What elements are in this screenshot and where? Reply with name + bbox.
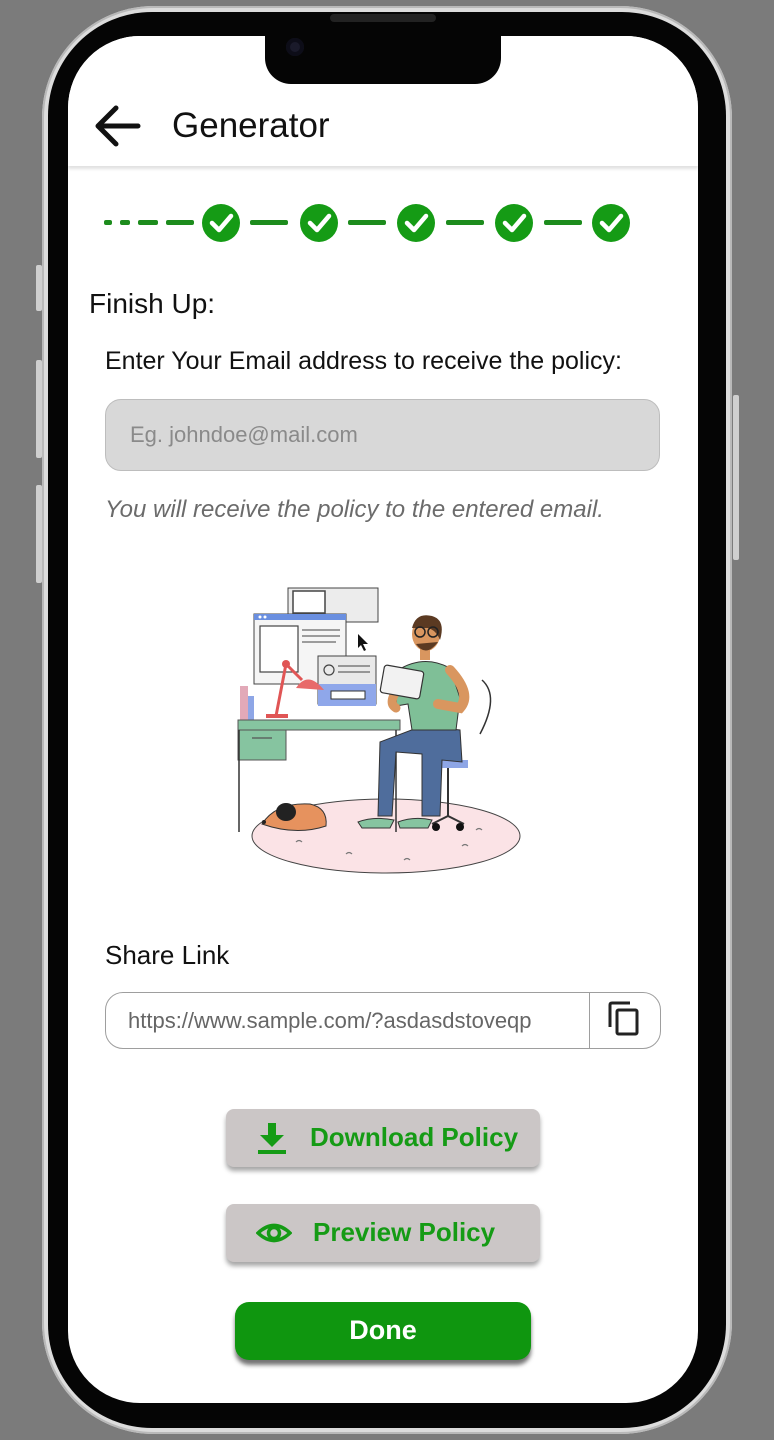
check-icon [307,213,332,233]
done-label: Done [349,1315,417,1345]
email-hint: You will receive the policy to the enter… [105,496,604,523]
email-input[interactable] [105,399,660,471]
share-link-label: Share Link [105,940,230,970]
arrow-left-icon [95,105,141,147]
step-dash [120,220,130,225]
eye-icon [256,1223,292,1243]
step-complete-1 [202,204,240,242]
step-dash [250,220,288,225]
power-button [733,395,739,560]
step-dash [104,220,112,225]
share-link-field[interactable]: https://www.sample.com/?asdasdstoveqp [105,992,661,1049]
speaker [330,14,436,22]
volume-down-button [36,485,42,583]
side-button [36,265,42,311]
step-dash [138,220,158,225]
step-dash [348,220,386,225]
section-title: Finish Up: [89,288,216,319]
preview-policy-button[interactable]: Preview Policy [226,1204,540,1262]
workspace-illustration [236,584,536,884]
check-icon [599,213,624,233]
step-complete-3 [397,204,435,242]
app-screen: Generator Finish Up: Enter Your Email ad… [68,36,698,1403]
step-dash [166,220,194,225]
check-icon [404,213,429,233]
front-camera [286,38,304,56]
check-icon [502,213,527,233]
step-complete-4 [495,204,533,242]
volume-up-button [36,360,42,458]
share-link-url[interactable]: https://www.sample.com/?asdasdstoveqp [128,1008,532,1034]
download-policy-button[interactable]: Download Policy [226,1109,540,1167]
preview-policy-label: Preview Policy [313,1217,496,1247]
step-complete-2 [300,204,338,242]
progress-stepper [104,202,644,242]
email-label: Enter Your Email address to receive the … [105,347,622,375]
copy-icon [608,1001,639,1036]
step-complete-5 [592,204,630,242]
copy-link-button[interactable] [589,993,660,1048]
back-button[interactable] [94,104,142,148]
step-dash [544,220,582,225]
download-icon [258,1123,286,1154]
step-dash [446,220,484,225]
download-policy-label: Download Policy [310,1122,519,1152]
page-title: Generator [172,106,330,145]
done-button[interactable]: Done [235,1302,531,1360]
check-icon [209,213,234,233]
